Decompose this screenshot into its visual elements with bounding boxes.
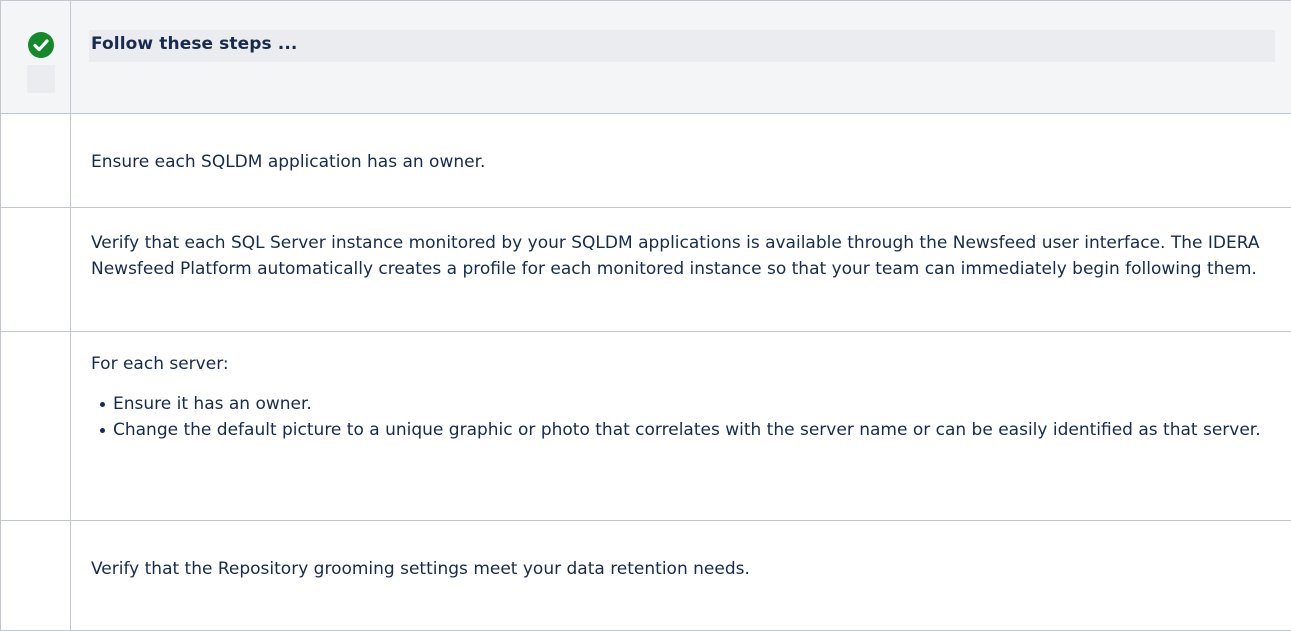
list-item: Ensure it has an owner. [113, 391, 1271, 417]
step-text: Verify that the Repository grooming sett… [91, 556, 1271, 582]
step-marker-cell [1, 114, 71, 208]
list-item: Change the default picture to a unique g… [113, 417, 1271, 443]
step-row: For each server: Ensure it has an owner.… [1, 332, 1291, 521]
step-text: Ensure each SQLDM application has an own… [91, 149, 1271, 175]
step-bullet-list: Ensure it has an owner. Change the defau… [91, 391, 1271, 443]
step-text-cell: Verify that each SQL Server instance mon… [71, 208, 1291, 332]
callout-header-row: Follow these steps ... [1, 1, 1291, 114]
steps-table: Follow these steps ... Ensure each SQLDM… [0, 0, 1291, 631]
step-text-cell: For each server: Ensure it has an owner.… [71, 332, 1291, 521]
icon-underlay [27, 65, 55, 93]
step-text-cell: Ensure each SQLDM application has an own… [71, 114, 1291, 208]
step-row: Verify that each SQL Server instance mon… [1, 208, 1291, 332]
check-circle-icon [27, 31, 55, 59]
callout-title-cell: Follow these steps ... [71, 1, 1291, 114]
step-text: For each server: [91, 351, 1271, 377]
step-row: Verify that the Repository grooming sett… [1, 521, 1291, 631]
step-marker-cell [1, 521, 71, 631]
callout-icon-cell [1, 1, 71, 114]
step-text: Verify that each SQL Server instance mon… [91, 230, 1271, 282]
step-marker-cell [1, 332, 71, 521]
step-marker-cell [1, 208, 71, 332]
callout-title: Follow these steps ... [91, 34, 297, 54]
step-row: Ensure each SQLDM application has an own… [1, 114, 1291, 208]
step-text-cell: Verify that the Repository grooming sett… [71, 521, 1291, 631]
